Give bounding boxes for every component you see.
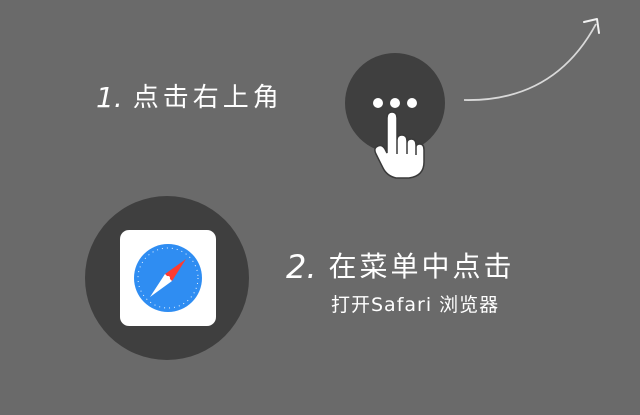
step-1-number: 1. [96,81,123,114]
more-dot [407,98,417,108]
step-1-text: 点击右上角 [132,83,283,113]
more-dot [390,98,400,108]
step-2-instruction: 2. 在菜单中点击 打开Safari 浏览器 [286,246,515,315]
safari-compass-icon [134,244,202,312]
step-2-number: 2. [286,248,317,286]
step-2-text: 在菜单中点击 [328,250,515,283]
safari-app-tile[interactable] [120,230,216,326]
more-dot [373,98,383,108]
step-1-instruction: 1. 点击右上角 [96,78,283,118]
step-2-subtext: 打开Safari 浏览器 [331,294,500,316]
safari-icon-circle [85,196,249,360]
hand-pointer-icon [374,111,425,179]
curved-arrow-icon [463,18,600,101]
